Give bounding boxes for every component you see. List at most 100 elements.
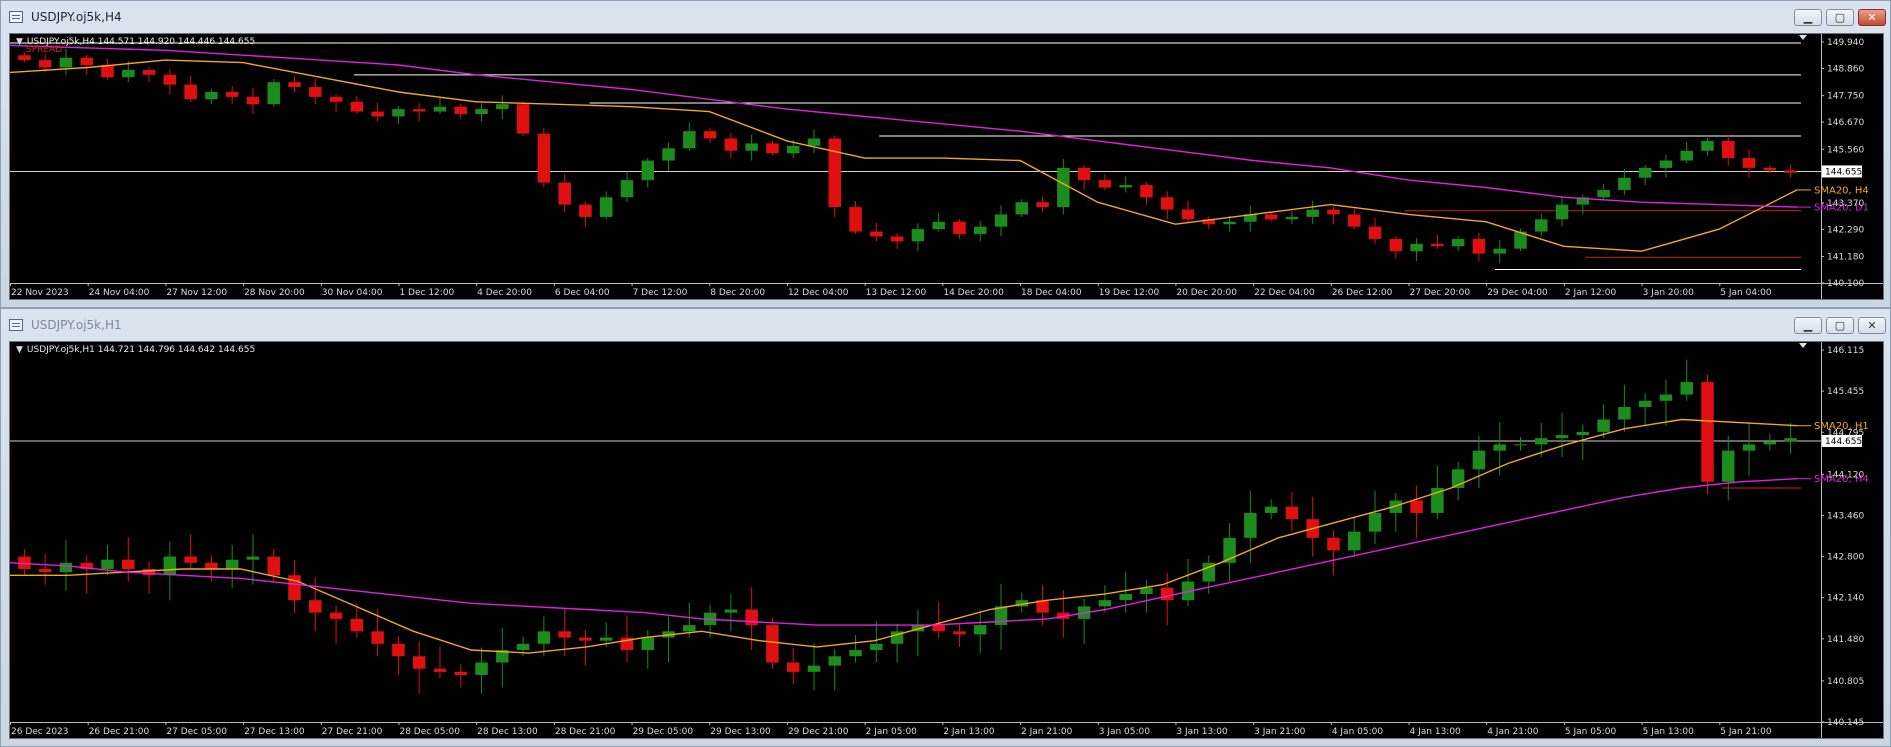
maximize-button[interactable]: ▢ — [1826, 317, 1854, 334]
time-tick-label: 8 Dec 20:00 — [710, 288, 765, 298]
chart-shift-icon — [1799, 343, 1807, 348]
candle-body — [1285, 506, 1299, 520]
candle-body — [703, 131, 717, 139]
candle-body — [475, 109, 488, 115]
candle-body — [828, 656, 842, 666]
time-tick-label: 28 Dec 21:00 — [555, 727, 616, 737]
candle-body — [329, 612, 343, 619]
candle-body — [454, 106, 467, 115]
candle-body — [1098, 600, 1112, 607]
close-button[interactable]: ✕ — [1858, 317, 1886, 334]
candle-body — [1701, 382, 1714, 482]
candle-body — [1181, 209, 1195, 220]
candle-body — [724, 138, 738, 151]
price-chart[interactable]: ▼ USDJPY.oj5k,H1 144.721 144.796 144.642 … — [9, 341, 1884, 739]
minimize-button[interactable]: ▁ — [1794, 317, 1822, 334]
candle-body — [350, 618, 364, 632]
candle-body — [683, 131, 696, 149]
candle-body — [1555, 435, 1569, 439]
candle-body — [1722, 140, 1735, 159]
candle-body — [994, 214, 1008, 227]
candle-body — [309, 600, 322, 613]
candle-body — [392, 109, 405, 117]
close-button[interactable]: ✕ — [1858, 9, 1886, 26]
minimize-button[interactable]: ▁ — [1794, 9, 1822, 26]
candle-body — [579, 204, 592, 217]
dropdown-triangle-icon[interactable]: ▼ — [16, 37, 23, 47]
chart-canvas: SMA20, H4SMA20, D1149.940148.860147.7501… — [10, 34, 1883, 299]
window-titlebar[interactable]: USDJPY.oj5k,H1 ▁ ▢ ✕ — [1, 309, 1890, 341]
time-tick-label: 2 Jan 12:00 — [1565, 288, 1617, 298]
ohlc-header: ▼ USDJPY.oj5k,H1 144.721 144.796 144.642 … — [16, 345, 256, 355]
time-tick-label: 5 Jan 21:00 — [1720, 727, 1772, 737]
window-titlebar[interactable]: USDJPY.oj5k,H4 ▁ ▢ ✕ — [1, 1, 1890, 33]
candle-body — [973, 625, 987, 635]
candle-body — [59, 57, 73, 68]
time-tick-label: 22 Nov 2023 — [11, 288, 69, 298]
candle-body — [911, 229, 925, 242]
candle-body — [392, 643, 405, 657]
candle-body — [1327, 537, 1340, 551]
candle-body — [80, 57, 93, 66]
candle-body — [1285, 216, 1299, 220]
candle-body — [412, 656, 426, 669]
candle-body — [309, 87, 322, 97]
chart-window-icon — [9, 319, 23, 331]
price-tick-label: 142.290 — [1827, 225, 1864, 235]
candle-body — [1368, 512, 1382, 532]
candle-body — [599, 197, 613, 217]
candle-body — [537, 631, 551, 644]
candle-body — [766, 143, 779, 154]
candle-body — [1368, 226, 1382, 239]
time-tick-label: 27 Dec 05:00 — [166, 727, 227, 737]
candle-body — [371, 111, 384, 117]
candle-body — [1327, 209, 1340, 215]
candle-body — [350, 101, 364, 112]
candle-body — [1348, 531, 1361, 551]
time-tick-label: 5 Jan 04:00 — [1720, 288, 1772, 298]
candle-body — [1348, 214, 1361, 227]
candle-body — [1618, 177, 1631, 190]
candle-body — [1680, 382, 1693, 395]
candle-body — [1493, 444, 1506, 451]
time-tick-label: 3 Jan 20:00 — [1643, 288, 1695, 298]
price-tick-label: 140.100 — [1827, 279, 1864, 289]
candle-body — [1410, 500, 1423, 513]
candle-body — [1077, 167, 1091, 181]
candle-body — [1451, 238, 1465, 247]
time-tick-label: 26 Dec 21:00 — [89, 727, 150, 737]
chart-window-icon — [9, 11, 23, 23]
candle-body — [1015, 202, 1029, 215]
chart-window-h1[interactable]: USDJPY.oj5k,H1 ▁ ▢ ✕ ▼ USDJPY.oj5k,H1 144… — [0, 308, 1891, 747]
candle-body — [329, 96, 343, 102]
candle-body — [1119, 185, 1132, 188]
candle-body — [579, 637, 592, 641]
candle-body — [38, 569, 52, 573]
candle-body — [267, 82, 280, 105]
candle-body — [786, 145, 800, 154]
candle-body — [101, 65, 114, 78]
window-title: USDJPY.oj5k,H1 — [31, 318, 122, 332]
candle-body — [1493, 248, 1506, 254]
maximize-button[interactable]: ▢ — [1826, 9, 1854, 26]
price-chart[interactable]: ▼ USDJPY.oj5k,H4 144.571 144.920 144.446 … — [9, 33, 1884, 300]
time-tick-label: 29 Dec 13:00 — [710, 727, 771, 737]
candle-body — [433, 106, 447, 112]
candle-body — [205, 91, 218, 100]
candle-body — [641, 637, 654, 651]
ohlc-header: ▼ USDJPY.oj5k,H4 144.571 144.920 144.446 … — [16, 37, 256, 55]
dropdown-triangle-icon[interactable]: ▼ — [16, 345, 23, 355]
candle-body — [1701, 140, 1714, 151]
candle-body — [1223, 221, 1236, 225]
candle-body — [267, 556, 280, 576]
candle-body — [641, 160, 654, 181]
chart-window-h4[interactable]: USDJPY.oj5k,H4 ▁ ▢ ✕ ▼ USDJPY.oj5k,H4 144… — [0, 0, 1891, 308]
price-tick-label: 149.940 — [1827, 38, 1864, 48]
candle-body — [1140, 185, 1153, 198]
time-tick-label: 14 Dec 20:00 — [943, 288, 1004, 298]
time-tick-label: 20 Dec 20:00 — [1176, 288, 1237, 298]
candle-body — [537, 133, 551, 183]
time-tick-label: 26 Dec 12:00 — [1332, 288, 1393, 298]
price-tick-label: 145.455 — [1827, 387, 1864, 397]
price-tick-label: 147.750 — [1827, 92, 1864, 102]
